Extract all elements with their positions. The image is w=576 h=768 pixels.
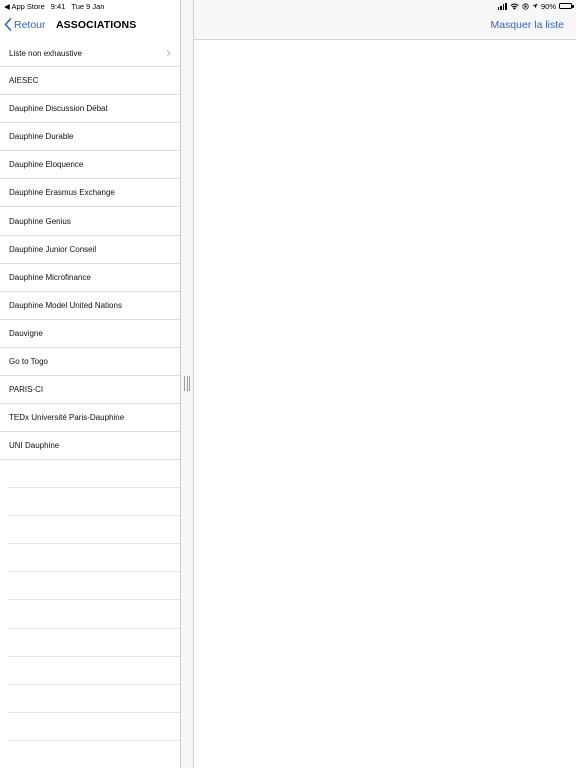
chevron-right-icon: [166, 49, 171, 57]
back-to-app-store-link[interactable]: ◀ App Store: [4, 2, 45, 11]
list-item[interactable]: Go to Togo: [0, 348, 180, 377]
list-item[interactable]: Dauphine Microfinance: [0, 264, 180, 292]
empty-row: [9, 572, 180, 601]
list-item-label: Dauphine Erasmus Exchange: [9, 188, 115, 198]
list-item-label: PARIS-CI: [9, 385, 44, 395]
status-bar: ◀ App Store 9:41 Tue 9 Jan 90%: [0, 0, 576, 12]
empty-row: [9, 460, 180, 489]
list-item[interactable]: PARIS-CI: [0, 376, 180, 405]
list-item-label: Dauphine Microfinance: [9, 272, 91, 282]
back-button-label: Retour: [14, 18, 46, 31]
list-item-label: Dauphine Eloquence: [9, 160, 84, 170]
list-item[interactable]: TEDx Université Paris-Dauphine: [0, 404, 180, 433]
list-item[interactable]: UNI Dauphine: [0, 432, 180, 461]
empty-list-rows: [9, 460, 180, 768]
list-item[interactable]: Dauphine Junior Conseil: [0, 236, 180, 264]
empty-row: [9, 657, 180, 685]
location-arrow-icon: [532, 3, 538, 9]
empty-row: [9, 516, 180, 545]
battery-percent: 90%: [540, 1, 556, 11]
list-item-label: Dauphine Junior Conseil: [9, 244, 97, 254]
empty-row: [9, 713, 180, 741]
chevron-left-icon: [4, 18, 12, 31]
app-screen: ◀ App Store 9:41 Tue 9 Jan 90% Retour AS…: [0, 0, 576, 768]
battery-icon: [559, 3, 574, 9]
list-item-label: Dauphine Discussion Débat: [9, 104, 108, 114]
list-item-label: UNI Dauphine: [9, 441, 60, 451]
list-item-label: Dauphine Durable: [9, 132, 74, 142]
list-item[interactable]: Dauphine Discussion Débat: [0, 95, 180, 124]
orientation-lock-icon: [522, 2, 529, 10]
empty-row: [9, 685, 180, 713]
back-button[interactable]: Retour: [4, 18, 46, 31]
empty-row: [9, 488, 180, 517]
list-item[interactable]: Dauphine Durable: [0, 123, 180, 152]
list-item[interactable]: Dauphine Erasmus Exchange: [0, 179, 180, 208]
empty-row: [9, 629, 180, 657]
list-item[interactable]: Dauphine Genius: [0, 207, 180, 236]
list-item[interactable]: Dauphine Eloquence: [0, 151, 180, 180]
master-panel: Retour ASSOCIATIONS Liste non exhaustive…: [0, 0, 180, 768]
list-item-label: AIESEC: [9, 76, 39, 86]
list-item-label: Dauphine Model United Nations: [9, 300, 122, 310]
empty-row: [9, 544, 180, 573]
status-date: Tue 9 Jan: [71, 1, 105, 11]
list-item[interactable]: Dauphine Model United Nations: [0, 292, 180, 320]
list-item[interactable]: Dauvigne: [0, 320, 180, 348]
list-item-label: TEDx Université Paris-Dauphine: [9, 413, 125, 423]
hide-list-button[interactable]: Masquer la liste: [490, 19, 564, 31]
list-item-label: Go to Togo: [9, 356, 48, 366]
associations-list: Liste non exhaustive AIESEC Dauphine Discu…: [0, 40, 180, 461]
empty-row: [9, 600, 180, 629]
list-item[interactable]: Liste non exhaustive: [0, 40, 180, 67]
status-left: ◀ App Store 9:41 Tue 9 Jan: [4, 2, 104, 11]
empty-row: [9, 741, 180, 768]
master-navigation-bar: Retour ASSOCIATIONS: [0, 12, 180, 40]
list-item[interactable]: AIESEC: [0, 67, 180, 96]
status-time: 9:41: [50, 1, 66, 11]
wifi-icon: [510, 3, 519, 10]
status-right: 90%: [497, 1, 574, 11]
list-item-label: Dauvigne: [9, 328, 43, 338]
list-item-label: Dauphine Genius: [9, 216, 71, 226]
cellular-signal-icon: [497, 2, 507, 10]
detail-panel: Masquer la liste: [194, 0, 576, 768]
resize-grip-handle[interactable]: [184, 376, 190, 391]
page-title: ASSOCIATIONS: [56, 19, 137, 31]
list-item-label: Liste non exhaustive: [9, 48, 82, 58]
